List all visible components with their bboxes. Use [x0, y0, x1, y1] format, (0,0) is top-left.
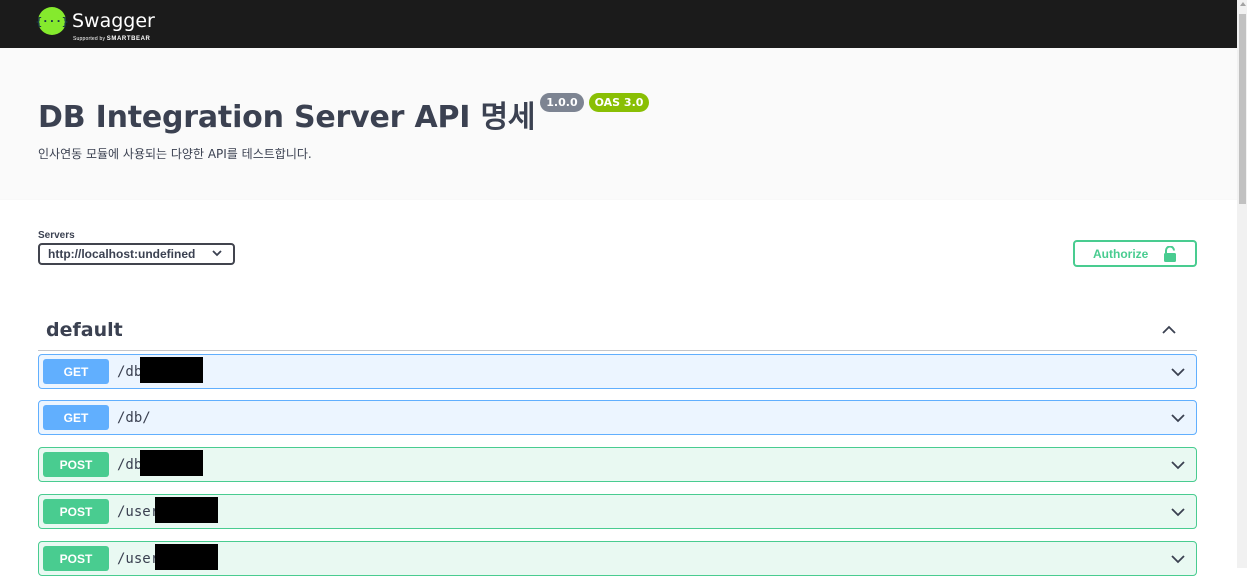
tag-header-default[interactable]: default — [38, 312, 1197, 351]
opblock-post-user-2[interactable]: POST /user/ — [38, 541, 1197, 576]
opblock-get-db-root[interactable]: GET /db/ — [38, 400, 1197, 435]
tag-name: default — [46, 319, 123, 341]
supported-by-text: Supported by — [73, 36, 106, 42]
sponsor-name: SMARTBEAR — [106, 36, 151, 42]
schemes-container: Servers http://localhost:undefined Autho… — [0, 200, 1237, 292]
redacted-block — [155, 497, 218, 523]
chevron-down-icon[interactable] — [1170, 553, 1186, 565]
operation-path: /db/ — [117, 410, 151, 426]
info-section: DB Integration Server API 명세 1.0.0 OAS 3… — [0, 48, 1237, 200]
redacted-block — [140, 357, 203, 383]
unlock-icon — [1164, 246, 1176, 262]
chevron-down-icon[interactable] — [1170, 366, 1186, 378]
page-title: DB Integration Server API 명세 — [38, 100, 536, 135]
chevron-down-icon[interactable] — [1170, 412, 1186, 424]
method-badge: POST — [43, 452, 109, 477]
swagger-logo-icon: {···} — [35, 7, 69, 35]
opblock-get-db[interactable]: GET /db — [38, 354, 1197, 389]
logo-text: Swagger Supported by SMARTBEAR — [72, 10, 155, 42]
chevron-down-icon — [212, 250, 222, 257]
oas-badge: OAS 3.0 — [588, 93, 650, 112]
authorize-label: Authorize — [1093, 246, 1149, 261]
scrollbar-thumb[interactable] — [1239, 14, 1246, 204]
servers-selected-value: http://localhost:undefined — [48, 247, 196, 261]
servers-label: Servers — [38, 230, 75, 241]
authorize-button[interactable]: Authorize — [1073, 240, 1197, 267]
method-badge: POST — [43, 499, 109, 524]
api-description: 인사연동 모듈에 사용되는 다양한 API를 테스트합니다. — [38, 147, 312, 161]
topbar: {···} Swagger Supported by SMARTBEAR — [0, 0, 1237, 48]
title-row: DB Integration Server API 명세 1.0.0 OAS 3… — [38, 92, 650, 136]
operation-path: /db — [117, 457, 143, 473]
redacted-block — [140, 450, 203, 476]
scroll-up-arrow-icon[interactable] — [1240, 2, 1246, 6]
brand-name: Swagger — [72, 10, 155, 32]
version-badge: 1.0.0 — [540, 93, 584, 112]
supported-by: Supported by SMARTBEAR — [73, 36, 150, 42]
operations-section: default GET /db GET /db/ POST /db POST /… — [0, 292, 1237, 576]
opblock-post-db[interactable]: POST /db — [38, 447, 1197, 482]
servers-select[interactable]: http://localhost:undefined — [38, 243, 235, 265]
chevron-up-icon[interactable] — [1161, 324, 1177, 336]
method-badge: GET — [43, 405, 109, 430]
swagger-logo[interactable]: {···} Swagger Supported by SMARTBEAR — [35, 7, 155, 42]
method-badge: GET — [43, 359, 109, 384]
chevron-down-icon[interactable] — [1170, 506, 1186, 518]
operation-path: /db — [117, 364, 143, 380]
method-badge: POST — [43, 546, 109, 571]
chevron-down-icon[interactable] — [1170, 459, 1186, 471]
redacted-block — [155, 544, 218, 570]
opblock-post-user-1[interactable]: POST /user/ — [38, 494, 1197, 529]
